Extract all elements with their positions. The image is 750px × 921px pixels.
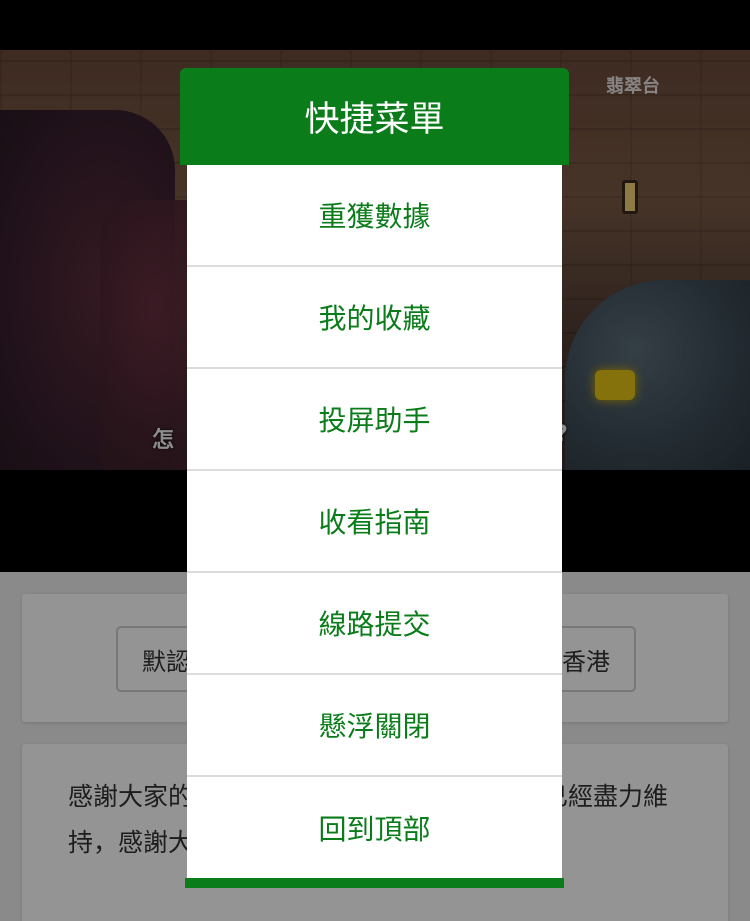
menu-item-viewing-guide[interactable]: 收看指南 <box>187 471 562 573</box>
menu-item-close-float[interactable]: 懸浮關閉 <box>187 675 562 777</box>
quick-menu-title: 快捷菜單 <box>180 68 569 165</box>
menu-item-submit-line[interactable]: 線路提交 <box>187 573 562 675</box>
menu-item-my-favorites[interactable]: 我的收藏 <box>187 267 562 369</box>
menu-item-reload-data[interactable]: 重獲數據 <box>187 165 562 267</box>
menu-item-back-to-top[interactable]: 回到頂部 <box>187 777 562 879</box>
quick-menu-dialog: 快捷菜單 重獲數據 我的收藏 投屏助手 收看指南 線路提交 懸浮關閉 回到頂部 <box>180 68 569 888</box>
menu-item-cast-assistant[interactable]: 投屏助手 <box>187 369 562 471</box>
quick-menu-list: 重獲數據 我的收藏 投屏助手 收看指南 線路提交 懸浮關閉 回到頂部 <box>187 165 562 879</box>
quick-menu-footer-bar <box>185 878 564 888</box>
